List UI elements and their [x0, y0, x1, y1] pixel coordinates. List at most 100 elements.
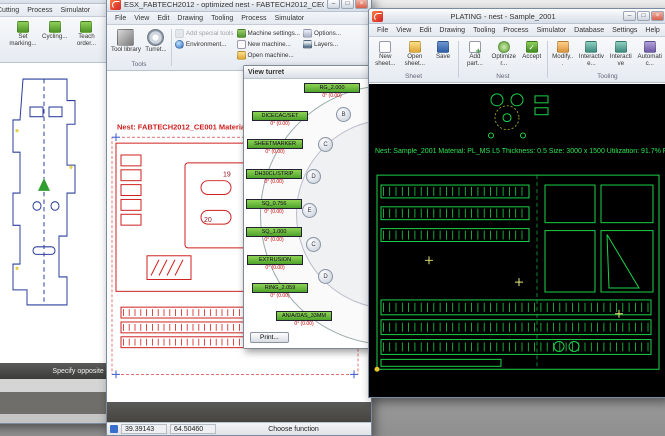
- ribbon-tab[interactable]: Edit: [415, 26, 435, 36]
- app-logo-icon: [372, 11, 383, 22]
- toolbar-button[interactable]: Interactive: [608, 39, 633, 72]
- maximize-icon[interactable]: [341, 0, 354, 9]
- ribbon-tab[interactable]: Tooling: [469, 26, 499, 36]
- optimizer-icon: [498, 41, 510, 53]
- ribbon-menu-item[interactable]: Machine settings...: [237, 29, 301, 38]
- toolbar-button[interactable]: Save: [431, 39, 455, 72]
- ribbon-tab[interactable]: Cutting: [0, 6, 23, 16]
- toolbar-button[interactable]: Accept: [520, 39, 544, 72]
- ribbon-tab[interactable]: Process: [499, 26, 532, 36]
- window2-title: ESX_FABTECH2012 - optimized nest - FABTE…: [124, 0, 324, 9]
- ribbon-separator: [547, 41, 548, 78]
- turret-tool-angle: 0° (0.00): [246, 179, 302, 185]
- ribbon-tab[interactable]: View: [392, 26, 415, 36]
- ribbon-tab[interactable]: Process: [23, 6, 56, 16]
- turret-tool[interactable]: EXTRUSION 0° (0.00): [247, 255, 303, 271]
- options-icon: [303, 29, 312, 38]
- toolbar-button[interactable]: Automatic...: [635, 39, 664, 72]
- dimension-marks: [425, 256, 623, 317]
- ribbon-big-button[interactable]: Tool library: [110, 27, 142, 60]
- ribbon-tab[interactable]: Drawing: [435, 26, 469, 36]
- turret-tool-name: SQ_0.756: [246, 199, 302, 209]
- set-marking-icon: [17, 21, 29, 33]
- part-number: 20: [204, 217, 212, 224]
- ribbon-tab[interactable]: Settings: [608, 26, 641, 36]
- ribbon-tab[interactable]: File: [373, 26, 392, 36]
- turret-tool-angle: 0° (0.00): [276, 321, 332, 327]
- ribbon-menu-item[interactable]: New machine...: [237, 40, 301, 49]
- ribbon-menu-item[interactable]: Options...: [303, 29, 341, 38]
- print-button[interactable]: Print...: [250, 332, 289, 343]
- environment-globe-icon: [175, 40, 184, 49]
- turret-tool[interactable]: AN/A/DAS_33MM 0° (0.00): [276, 311, 332, 327]
- toolbar-button[interactable]: Teach order...: [70, 19, 102, 60]
- turret-tool[interactable]: SQ_1.000 0° (0.00): [246, 227, 302, 243]
- view-turret-dialog: View turret BCDECD RG_2.000 0° (0.00) DI…: [243, 65, 371, 349]
- window3-title: PLATING - nest - Sample_2001: [386, 12, 620, 21]
- window2-status-bar: 39.39143 64.50460 Choose function: [107, 422, 371, 435]
- ribbon-tab[interactable]: Drawing: [173, 14, 207, 24]
- ribbon-menu-item[interactable]: Layers...: [303, 40, 341, 49]
- toolbar-button[interactable]: Open sheet...: [401, 39, 430, 72]
- turret-tool-angle: 0° (0.00): [246, 237, 302, 243]
- turret-tool-name: SHEETMARKER: [247, 139, 303, 149]
- new-machine-icon: [237, 40, 246, 49]
- dialog-titlebar[interactable]: View turret: [244, 66, 370, 79]
- ribbon-menu-item[interactable]: Add special tools: [175, 29, 234, 38]
- ribbon-tab[interactable]: Simulator: [271, 14, 309, 24]
- machine-settings-icon: [237, 29, 246, 38]
- interactive2-icon: [615, 41, 627, 53]
- turret-tool-angle: 0° (0.00): [246, 209, 302, 215]
- toolbar-button[interactable]: Interactive...: [577, 39, 606, 72]
- turret-icon: [147, 29, 164, 46]
- maximize-icon[interactable]: [637, 11, 650, 21]
- turret-tool[interactable]: RING_2.059 0° (0.00): [252, 283, 308, 299]
- nest-drawing: [369, 84, 665, 397]
- ribbon-tab[interactable]: Edit: [153, 14, 173, 24]
- turret-tool[interactable]: SHEETMARKER 0° (0.00): [247, 139, 303, 155]
- turret-tool[interactable]: DH30CL/STRIP 0° (0.00): [246, 169, 302, 185]
- ribbon-tab[interactable]: View: [130, 14, 153, 24]
- turret-tool[interactable]: DICECAC/SET 0° (0.00): [252, 111, 308, 127]
- window3-ribbon: New sheet... Open sheet... Save Sheet Ad…: [369, 37, 665, 83]
- minimize-icon[interactable]: [327, 0, 340, 9]
- origin-marker: [375, 367, 380, 372]
- coordinate-x: 39.39143: [121, 424, 167, 434]
- ribbon-menu-item[interactable]: Open machine...: [237, 51, 301, 60]
- new-sheet-icon: [379, 41, 391, 53]
- save-floppy-icon: [437, 41, 449, 53]
- toolbar-button[interactable]: Modify...: [551, 39, 575, 72]
- window2-ribbon-tabs: FileViewEditDrawingToolingProcessSimulat…: [107, 12, 371, 25]
- ribbon-tab[interactable]: File: [111, 14, 130, 24]
- toolbar-button[interactable]: Cycling...: [41, 19, 68, 60]
- toolbar-button[interactable]: Optimizer...: [490, 39, 518, 72]
- window2-titlebar[interactable]: ESX_FABTECH2012 - optimized nest - FABTE…: [107, 0, 371, 12]
- ribbon-big-button[interactable]: Turret...: [144, 27, 168, 60]
- ribbon-tab[interactable]: Simulator: [533, 26, 571, 36]
- ribbon-tab[interactable]: Database: [570, 26, 608, 36]
- turret-diagram: BCDECD RG_2.000 0° (0.00) DICECAC/SET 0°…: [244, 79, 370, 348]
- ribbon-tab[interactable]: Process: [237, 14, 270, 24]
- turret-tool-angle: 0° (0.00): [252, 121, 308, 127]
- ribbon-tab[interactable]: Help: [641, 26, 663, 36]
- minimize-icon[interactable]: [623, 11, 636, 21]
- toolbar-button[interactable]: Add part...: [462, 39, 488, 72]
- ribbon-tab[interactable]: Tooling: [207, 14, 237, 24]
- window3-nest-canvas[interactable]: Nest: Sample_2001 Material: PL_MS L5 Thi…: [369, 83, 665, 397]
- window3-titlebar[interactable]: PLATING - nest - Sample_2001: [369, 9, 665, 24]
- dialog-title: View turret: [248, 69, 284, 76]
- window-optimized-nest: ESX_FABTECH2012 - optimized nest - FABTE…: [106, 0, 372, 436]
- close-icon[interactable]: [355, 0, 368, 9]
- ribbon-tab[interactable]: Simulator: [56, 6, 94, 16]
- window-plating-nest: PLATING - nest - Sample_2001 FileViewEdi…: [368, 8, 665, 398]
- turret-tool[interactable]: SQ_0.756 0° (0.00): [246, 199, 302, 215]
- nest-info-text: Nest: Sample_2001 Material: PL_MS L5 Thi…: [375, 148, 665, 155]
- turret-tool[interactable]: RG_2.000 0° (0.00): [304, 83, 360, 99]
- ribbon-group-label: Tools: [110, 60, 168, 68]
- toolbar-button[interactable]: New sheet...: [372, 39, 399, 72]
- toolbar-button[interactable]: Set marking...: [7, 19, 39, 60]
- close-icon[interactable]: [651, 11, 664, 21]
- window3-ribbon-tabs: FileViewEditDrawingToolingProcessSimulat…: [369, 24, 665, 37]
- app-logo-icon: [110, 0, 121, 10]
- ribbon-menu-item[interactable]: Environment...: [175, 40, 234, 49]
